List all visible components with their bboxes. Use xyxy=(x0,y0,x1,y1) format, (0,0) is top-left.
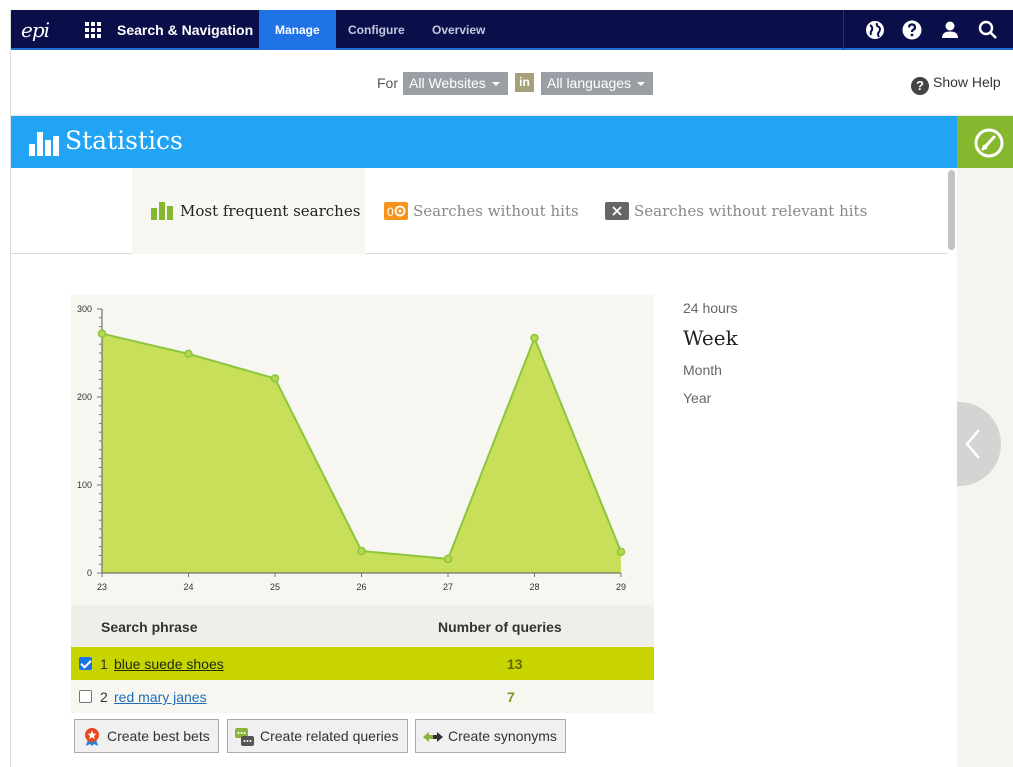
show-help-label: Show Help xyxy=(933,74,1001,90)
query-count: 7 xyxy=(507,689,515,705)
tab-label: Searches without relevant hits xyxy=(634,202,868,220)
table-row[interactable]: 1 blue suede shoes 13 xyxy=(71,647,654,680)
range-year[interactable]: Year xyxy=(683,390,738,406)
help-icon[interactable] xyxy=(901,19,923,41)
tab-searches-without-hits[interactable]: 0 Searches without hits xyxy=(384,168,579,254)
app-title: Search & Navigation xyxy=(117,22,254,38)
chevron-left-icon xyxy=(965,429,980,459)
filter-bar: For All Websites in All languages ? Show … xyxy=(11,50,1013,116)
column-number-of-queries[interactable]: Number of queries xyxy=(438,619,562,635)
scrollbar-thumb[interactable] xyxy=(948,170,955,250)
app-frame: epi Search & Navigation Manage Configure… xyxy=(10,10,1013,767)
zero-hits-icon: 0 xyxy=(384,202,408,220)
y-tick-label: 0 xyxy=(87,568,92,578)
create-synonyms-button[interactable]: Create synonyms xyxy=(415,719,566,753)
epi-logo[interactable]: epi xyxy=(21,18,50,42)
data-point xyxy=(97,329,107,338)
query-count: 13 xyxy=(507,656,523,672)
tab-most-frequent-searches[interactable]: Most frequent searches xyxy=(132,168,365,254)
search-icon[interactable] xyxy=(977,19,999,41)
statistics-icon xyxy=(29,130,59,156)
statistics-tabs: Most frequent searches 0 Searches withou… xyxy=(11,168,948,254)
tab-manage[interactable]: Manage xyxy=(259,10,336,50)
data-point xyxy=(357,546,366,556)
x-tick-label: 23 xyxy=(97,582,107,592)
app-switcher-icon[interactable] xyxy=(85,22,101,38)
tab-label: Searches without hits xyxy=(413,202,579,220)
bar-chart-icon xyxy=(151,202,173,220)
y-tick-label: 200 xyxy=(77,392,92,402)
x-tick-label: 26 xyxy=(356,582,366,592)
best-bet-badge-icon xyxy=(85,728,99,746)
button-label: Create related queries xyxy=(260,728,399,744)
data-point xyxy=(270,374,280,383)
data-point xyxy=(443,554,453,564)
create-best-bets-button[interactable]: Create best bets xyxy=(74,719,219,753)
tab-searches-without-relevant-hits[interactable]: Searches without relevant hits xyxy=(605,168,867,254)
search-phrase-link[interactable]: red mary janes xyxy=(114,689,207,705)
area-chart: 0 100 200 300 23 24 25 26 27 28 29 xyxy=(77,304,626,592)
y-tick-label: 300 xyxy=(77,304,92,314)
create-related-queries-button[interactable]: Create related queries xyxy=(227,719,408,753)
x-tick-label: 28 xyxy=(529,582,539,592)
website-select[interactable]: All Websites xyxy=(403,72,508,95)
show-help-link[interactable]: ? Show Help xyxy=(911,74,1001,95)
range-week[interactable]: Week xyxy=(683,326,738,350)
top-navigation: epi Search & Navigation Manage Configure… xyxy=(11,10,1013,50)
for-label: For xyxy=(377,75,398,91)
user-icon[interactable] xyxy=(939,19,961,41)
tab-label: Most frequent searches xyxy=(180,202,361,220)
area-fill xyxy=(102,333,621,573)
button-label: Create best bets xyxy=(107,728,210,744)
data-point xyxy=(530,333,539,343)
tab-configure[interactable]: Configure xyxy=(332,10,421,50)
row-checkbox[interactable] xyxy=(79,657,92,670)
in-label: in xyxy=(515,73,534,92)
x-tick-label: 24 xyxy=(183,582,193,592)
y-tick-label: 100 xyxy=(77,480,92,490)
row-rank: 1 xyxy=(100,656,108,672)
svg-text:0: 0 xyxy=(387,205,394,219)
nav-divider xyxy=(843,10,844,50)
x-tick-label: 29 xyxy=(616,582,626,592)
row-rank: 2 xyxy=(100,689,108,705)
row-checkbox[interactable] xyxy=(79,690,92,703)
statistics-header: Statistics xyxy=(11,116,957,168)
search-frequency-chart: 0 100 200 300 23 24 25 26 27 28 29 xyxy=(71,295,654,605)
x-tick-label: 27 xyxy=(443,582,453,592)
gauge-icon xyxy=(974,128,1004,158)
range-month[interactable]: Month xyxy=(683,362,738,378)
language-select[interactable]: All languages xyxy=(541,72,654,95)
globe-icon[interactable] xyxy=(864,19,886,41)
button-label: Create synonyms xyxy=(448,728,557,744)
range-24-hours[interactable]: 24 hours xyxy=(683,300,738,316)
related-queries-icon xyxy=(235,728,254,746)
tab-overview[interactable]: Overview xyxy=(416,10,501,50)
x-tick-label: 25 xyxy=(270,582,280,592)
no-relevant-hits-icon xyxy=(605,202,629,220)
collapse-panel-button[interactable] xyxy=(957,402,1001,486)
dashboard-panel-toggle[interactable] xyxy=(957,116,1013,168)
page-title: Statistics xyxy=(65,126,183,155)
synonyms-arrows-icon xyxy=(423,732,443,742)
search-phrase-link[interactable]: blue suede shoes xyxy=(114,656,224,672)
table-row[interactable]: 2 red mary janes 7 xyxy=(71,680,654,713)
help-circle-icon: ? xyxy=(911,77,929,95)
time-range-selector: 24 hours Week Month Year xyxy=(683,300,738,418)
column-search-phrase[interactable]: Search phrase xyxy=(101,619,198,635)
table-header: Search phrase Number of queries xyxy=(71,605,654,647)
data-point xyxy=(184,349,193,359)
data-point xyxy=(616,547,626,557)
